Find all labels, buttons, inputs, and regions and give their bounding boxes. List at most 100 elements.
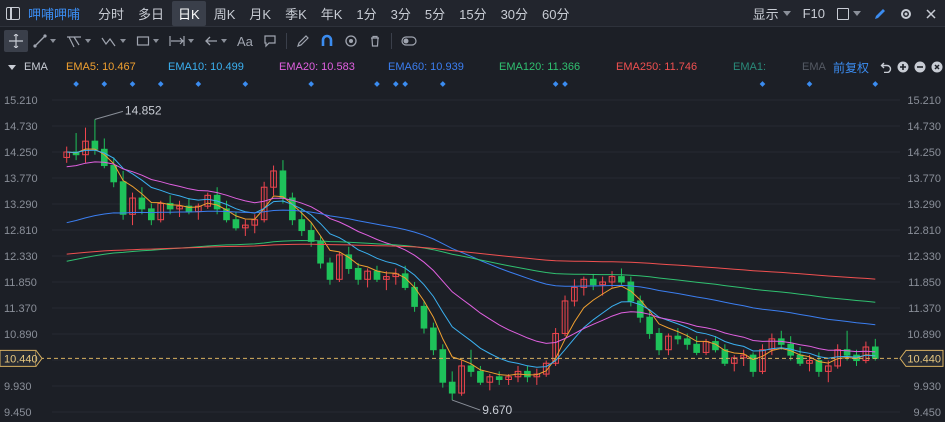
high-label-leader	[94, 110, 124, 120]
chevron-down-icon	[782, 11, 791, 16]
y-tick-label-left: 14.730	[4, 121, 38, 133]
period-tab-yearly[interactable]: 年K	[315, 1, 349, 26]
ema1-value: EMA1:	[733, 61, 767, 73]
display-menu[interactable]: 显示	[753, 4, 791, 23]
y-tick-label-right: 10.890	[907, 329, 941, 341]
settings-button[interactable]	[899, 7, 913, 21]
period-tab-intraday[interactable]: 分时	[92, 1, 130, 26]
y-tick-label-left: 15.210	[4, 95, 38, 107]
candle-body	[148, 208, 155, 221]
draw-pen-button[interactable]	[873, 7, 887, 21]
adjust-mode[interactable]: 前复权	[833, 59, 869, 76]
candle-body	[439, 349, 447, 383]
period-tab-5min[interactable]: 5分	[419, 1, 451, 26]
chevron-down-icon	[85, 39, 91, 43]
chevron-down-icon	[120, 39, 126, 43]
crosshair-tool[interactable]	[4, 30, 28, 52]
chevron-down-icon[interactable]	[8, 64, 16, 70]
period-tab-1min[interactable]: 1分	[350, 1, 382, 26]
candle-body	[420, 305, 428, 329]
wave-icon	[101, 37, 116, 47]
period-tab-multiday[interactable]: 多日	[132, 1, 170, 26]
candle-body	[430, 327, 437, 351]
event-marker	[374, 81, 380, 87]
ema-line	[66, 243, 876, 280]
topbar: 呷哺呷哺 分时 多日 日K 周K 月K 季K 年K 1分 3分 5分 15分 3…	[0, 0, 945, 27]
chevron-down-icon	[188, 39, 194, 43]
stock-name[interactable]: 呷哺呷哺	[28, 4, 80, 23]
chevron-down-icon	[153, 39, 159, 43]
candle-body	[326, 262, 334, 280]
candle-body	[721, 349, 729, 364]
remove-circle-icon[interactable]	[914, 61, 926, 73]
y-tick-label-left: 9.450	[4, 407, 32, 419]
event-marker	[439, 81, 446, 87]
ema-line	[66, 239, 876, 303]
rect-tool[interactable]	[131, 30, 164, 52]
sidebar-toggle-icon[interactable]	[6, 6, 20, 20]
candle-body	[693, 343, 700, 353]
undo-icon[interactable]	[880, 61, 892, 73]
low-label-leader	[452, 399, 481, 411]
ema10-value: EMA10: 10.499	[168, 61, 244, 73]
event-marker	[308, 81, 314, 87]
ema-line	[66, 161, 876, 353]
magnet-tool[interactable]	[315, 30, 339, 52]
candle-body	[495, 376, 503, 380]
range-tool[interactable]	[164, 30, 199, 52]
comment-tool[interactable]	[258, 30, 282, 52]
period-tab-15min[interactable]: 15分	[453, 1, 492, 26]
close-button[interactable]	[925, 8, 937, 20]
chart-style-menu[interactable]	[837, 7, 861, 20]
chevron-down-icon	[221, 39, 227, 43]
ema250-value: EMA250: 11.746	[616, 61, 698, 73]
candle-body	[401, 273, 409, 288]
period-tab-monthly[interactable]: 月K	[243, 1, 277, 26]
event-marker	[759, 81, 766, 87]
y-tick-label-right: 13.770	[907, 173, 941, 185]
period-tab-30min[interactable]: 30分	[495, 1, 534, 26]
candle-body	[279, 170, 287, 199]
wave-tool[interactable]	[96, 30, 131, 52]
text-tool[interactable]: Aa	[232, 30, 258, 52]
event-marker	[872, 81, 879, 87]
candle-body	[477, 370, 484, 383]
y-tick-label-left: 11.850	[4, 277, 37, 289]
event-marker	[157, 81, 164, 87]
indicator-legend: EMA EMA5: 10.467 EMA10: 10.499 EMA20: 10…	[0, 58, 945, 76]
y-tick-label-right: 15.210	[907, 95, 941, 107]
kline-chart[interactable]: 15.210 15.210 14.730 14.730 14.250 14.250 13.7…	[0, 76, 945, 422]
visibility-tool[interactable]	[339, 30, 363, 52]
event-marker	[73, 81, 79, 87]
display-label: 显示	[752, 7, 779, 22]
add-circle-icon[interactable]	[897, 61, 909, 73]
divider	[390, 33, 392, 49]
y-tick-label-left: 13.770	[4, 173, 38, 185]
candle-body	[91, 140, 99, 150]
period-tab-weekly[interactable]: 周K	[208, 1, 242, 26]
candle-body	[636, 300, 644, 318]
event-marker	[101, 81, 108, 87]
f10-button[interactable]: F10	[803, 6, 825, 21]
indicator-name[interactable]: EMA	[24, 61, 48, 73]
magnet-icon	[321, 34, 333, 46]
period-tab-3min[interactable]: 3分	[385, 1, 417, 26]
edit-tool[interactable]	[291, 30, 315, 52]
candle-body	[307, 230, 315, 242]
period-tab-60min[interactable]: 60分	[536, 1, 575, 26]
event-marker	[806, 81, 813, 87]
ema120-value: EMA120: 11.366	[499, 61, 581, 73]
channel-tool[interactable]	[61, 30, 96, 52]
arrow-tool[interactable]	[199, 30, 232, 52]
close-circle-icon[interactable]	[931, 61, 943, 73]
line-tool[interactable]	[28, 30, 61, 52]
toggle-drawings[interactable]	[396, 30, 422, 52]
period-tab-quarterly[interactable]: 季K	[279, 1, 313, 26]
y-tick-label-left: 14.250	[4, 147, 38, 159]
delete-tool[interactable]	[363, 30, 387, 52]
channel-icon	[67, 36, 81, 48]
trash-icon	[370, 35, 379, 47]
chevron-down-icon	[853, 11, 861, 16]
period-tab-daily[interactable]: 日K	[172, 0, 206, 26]
candle-body	[298, 219, 306, 232]
